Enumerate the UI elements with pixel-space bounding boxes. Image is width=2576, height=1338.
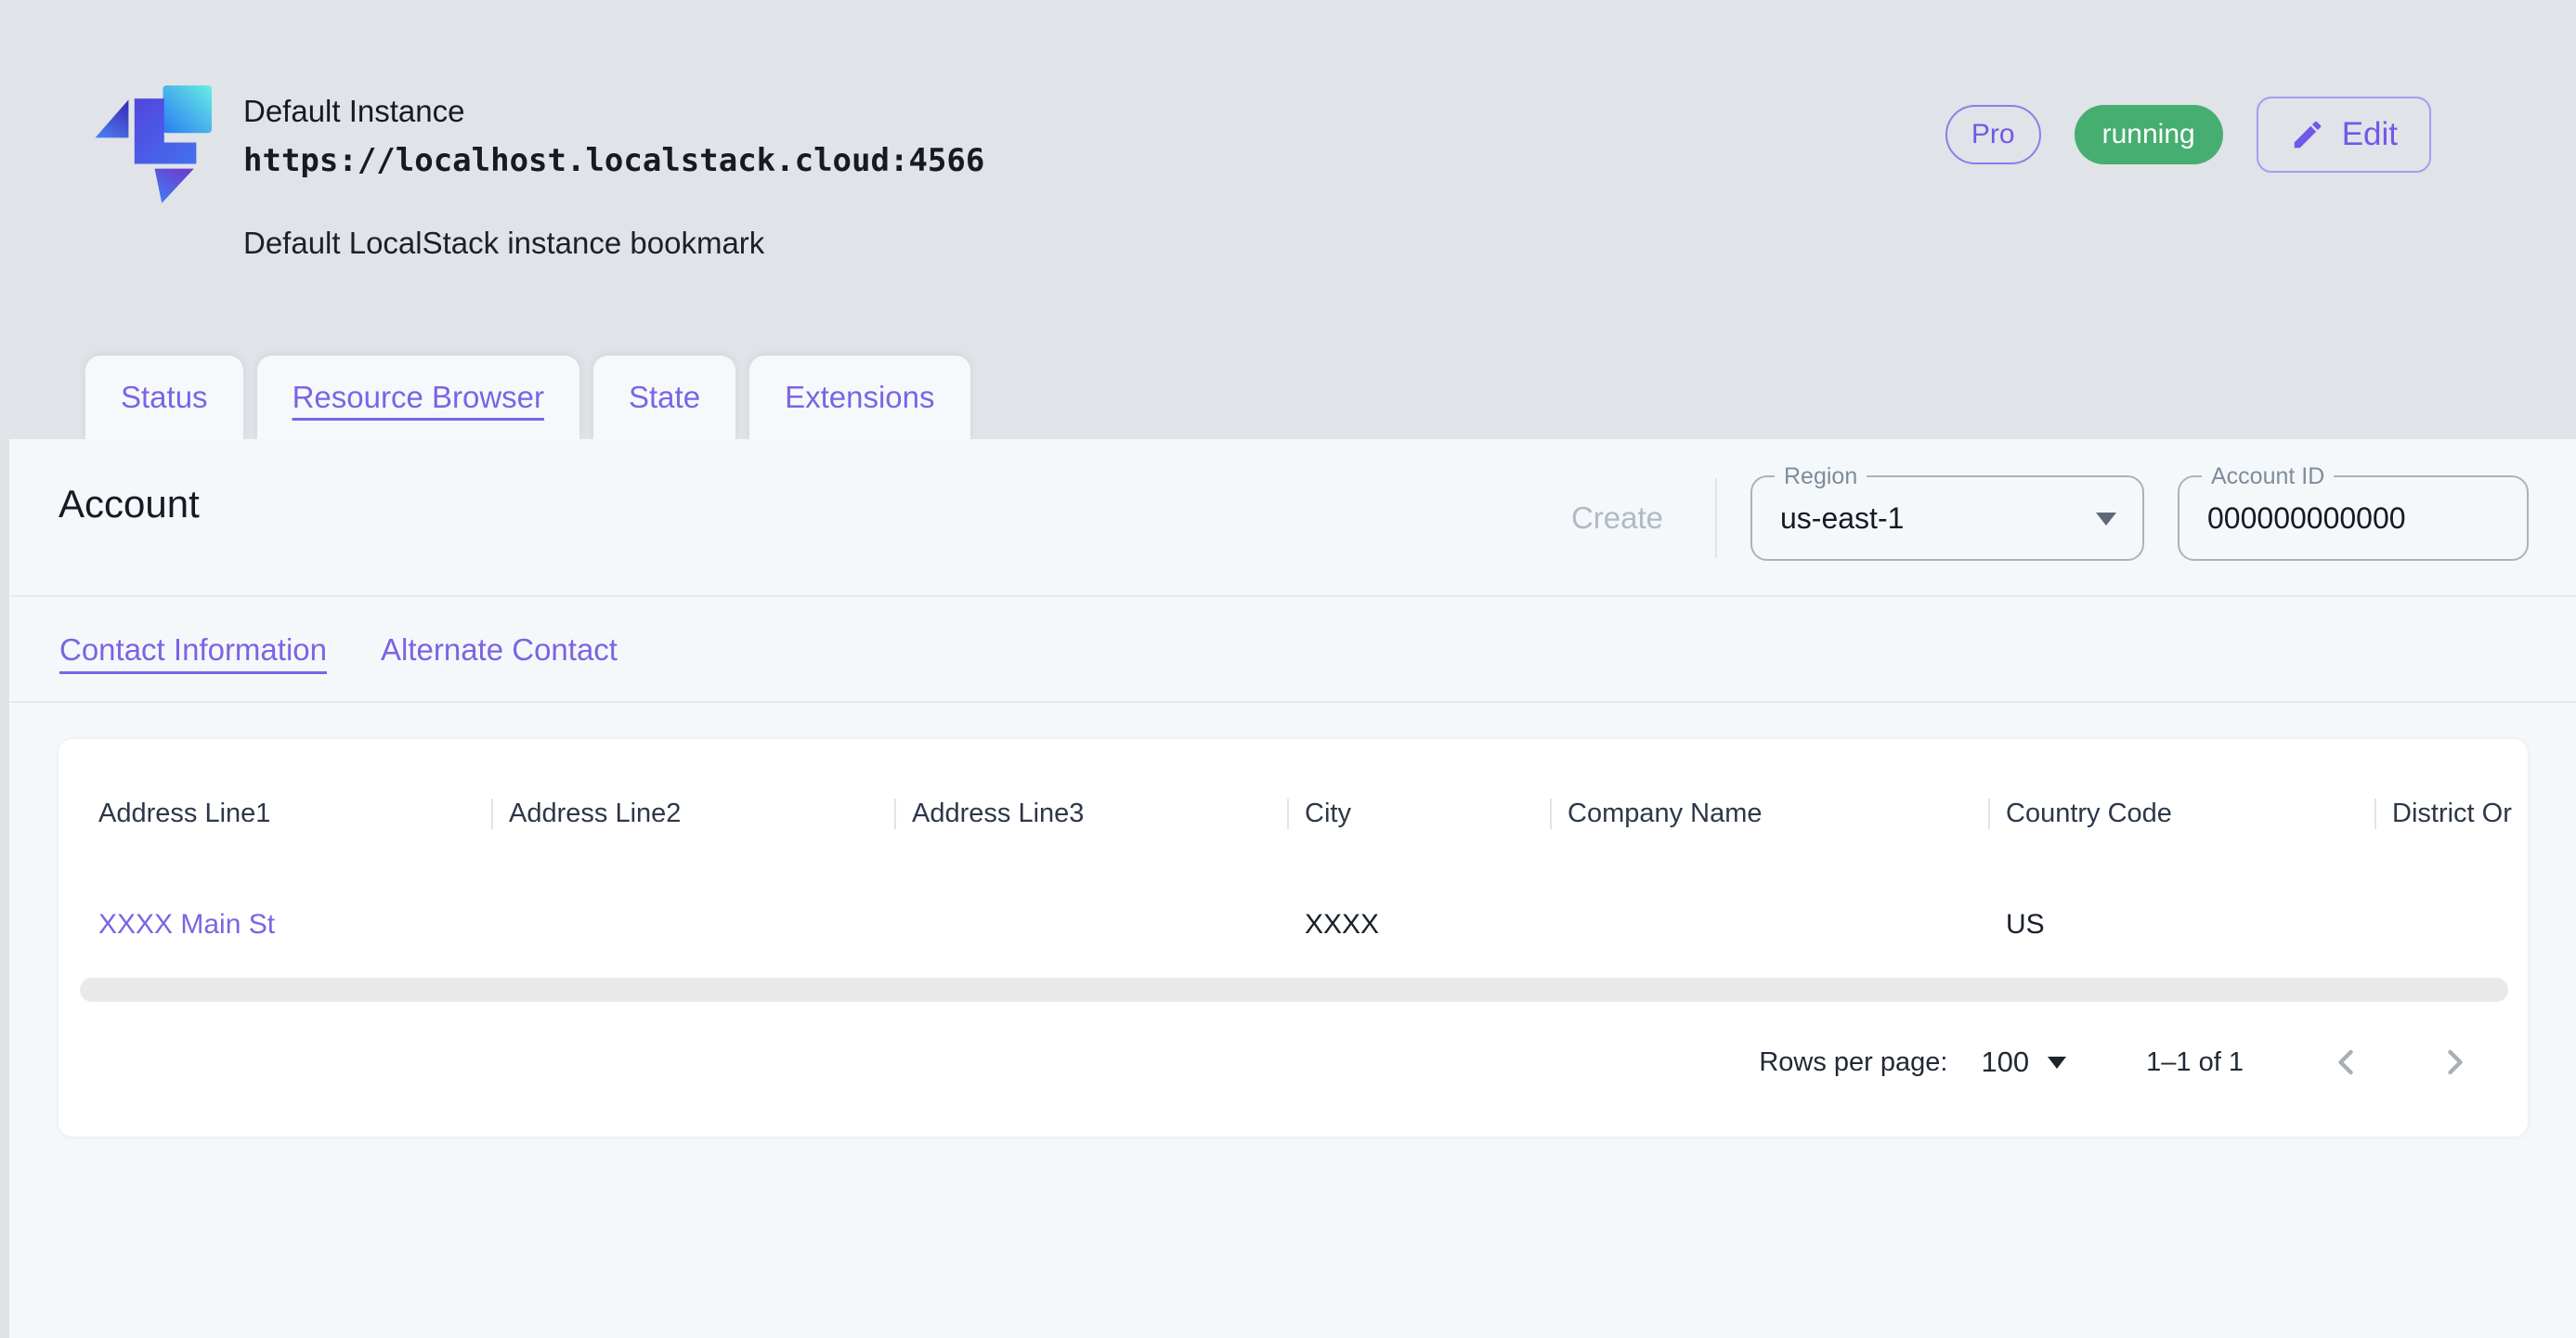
localstack-logo-icon xyxy=(93,85,212,204)
page-title: Account xyxy=(59,482,200,526)
service-controls: Create Region us-east-1 Account ID xyxy=(1562,439,2529,597)
account-id-input[interactable] xyxy=(2179,501,2527,536)
subtab-contact-information[interactable]: Contact Information xyxy=(59,632,327,668)
instance-tab-bar: Status Resource Browser State Extensions xyxy=(85,356,970,439)
running-status-badge: running xyxy=(2075,105,2223,164)
pagination-range: 1–1 of 1 xyxy=(2146,1047,2244,1078)
account-id-label: Account ID xyxy=(2202,462,2334,490)
header-badges: Pro running Edit xyxy=(1945,0,2431,269)
controls-divider xyxy=(1715,478,1717,558)
cell-city: XXXX xyxy=(1287,909,1550,941)
column-header-address-line3: Address Line3 xyxy=(894,799,1287,829)
previous-page-button[interactable] xyxy=(2325,1042,2366,1083)
tab-status-label: Status xyxy=(121,380,208,415)
instance-title: Default Instance xyxy=(243,91,984,132)
pro-badge: Pro xyxy=(1945,105,2041,164)
horizontal-scrollbar xyxy=(80,978,2508,1002)
window-left-edge xyxy=(0,439,9,1338)
contacts-table-card: Address Line1 Address Line2 Address Line… xyxy=(58,738,2529,1137)
rows-per-page-value: 100 xyxy=(1981,1046,2029,1079)
tab-resource-browser[interactable]: Resource Browser xyxy=(257,356,579,439)
tab-resource-browser-label: Resource Browser xyxy=(293,380,544,415)
tab-status[interactable]: Status xyxy=(85,356,243,439)
tab-extensions-label: Extensions xyxy=(785,380,934,415)
column-header-city: City xyxy=(1287,799,1550,829)
column-header-address-line2: Address Line2 xyxy=(491,799,894,829)
instance-subtitle: Default LocalStack instance bookmark xyxy=(243,223,984,264)
subtab-alternate-contact[interactable]: Alternate Contact xyxy=(381,632,618,668)
cell-country-code: US xyxy=(1988,909,2374,941)
column-header-company-name: Company Name xyxy=(1550,799,1988,829)
chevron-left-icon xyxy=(2325,1042,2366,1083)
region-select[interactable]: Region us-east-1 xyxy=(1750,475,2144,561)
tab-extensions[interactable]: Extensions xyxy=(749,356,969,439)
service-header-row: Account Create Region us-east-1 Account … xyxy=(0,439,2576,597)
rows-per-page-label: Rows per page: xyxy=(1759,1047,1947,1078)
table-row: XXXX Main St XXXX US xyxy=(59,901,2528,949)
column-header-country-code: Country Code xyxy=(1988,799,2374,829)
cell-address-line1: XXXX Main St xyxy=(98,909,491,941)
address-line1-link[interactable]: XXXX Main St xyxy=(98,909,275,940)
edit-button-label: Edit xyxy=(2342,116,2398,153)
column-header-district: District Or xyxy=(2374,799,2529,829)
pagination-bar: Rows per page: 100 1–1 of 1 xyxy=(59,1034,2528,1090)
resource-browser-panel: Account Create Region us-east-1 Account … xyxy=(0,439,2576,1338)
rows-per-page-select[interactable]: 100 xyxy=(1981,1046,2066,1079)
tab-state-label: State xyxy=(629,380,700,415)
tab-state[interactable]: State xyxy=(593,356,735,439)
create-button[interactable]: Create xyxy=(1562,500,1672,536)
region-value: us-east-1 xyxy=(1752,501,1904,536)
column-header-address-line1: Address Line1 xyxy=(98,799,491,829)
chevron-down-icon xyxy=(2096,513,2116,526)
edit-pencil-icon xyxy=(2290,117,2325,152)
edit-button[interactable]: Edit xyxy=(2257,97,2431,173)
resource-subtab-bar: Contact Information Alternate Contact xyxy=(0,599,2576,703)
region-label: Region xyxy=(1775,462,1867,490)
chevron-down-icon xyxy=(2048,1057,2066,1069)
chevron-right-icon xyxy=(2435,1042,2476,1083)
next-page-button[interactable] xyxy=(2435,1042,2476,1083)
instance-url: https://localhost.localstack.cloud:4566 xyxy=(243,139,984,182)
scrollbar-thumb[interactable] xyxy=(80,978,2508,1002)
table-header-row: Address Line1 Address Line2 Address Line… xyxy=(59,789,2528,838)
account-id-field: Account ID xyxy=(2178,475,2529,561)
